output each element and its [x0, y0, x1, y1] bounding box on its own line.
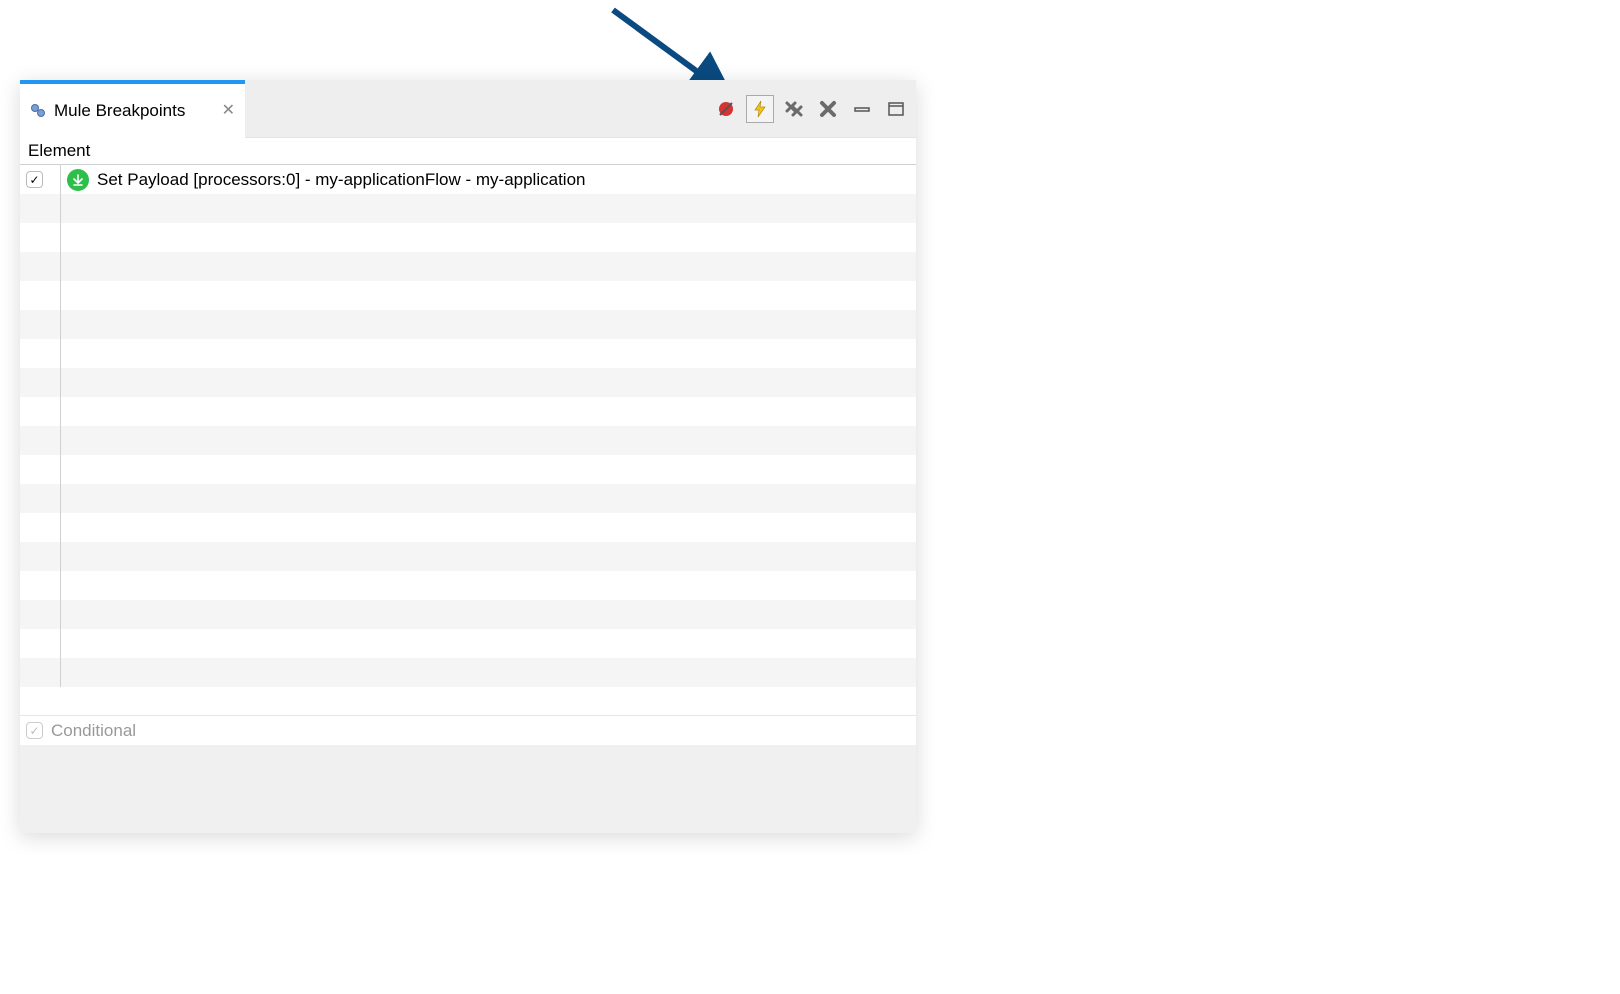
- table-row: [20, 397, 916, 426]
- remove-breakpoint-button[interactable]: [814, 95, 842, 123]
- table-row: [20, 629, 916, 658]
- view-toolbar: [712, 80, 910, 138]
- minimize-button[interactable]: [848, 95, 876, 123]
- disable-all-breakpoints-button[interactable]: [712, 95, 740, 123]
- tab-title: Mule Breakpoints: [54, 101, 216, 121]
- maximize-icon: [886, 99, 906, 119]
- mule-breakpoints-panel: Mule Breakpoints ✕: [20, 80, 916, 833]
- table-row: [20, 281, 916, 310]
- table-row: [20, 513, 916, 542]
- table-row: [20, 252, 916, 281]
- exception-breakpoint-button[interactable]: [746, 95, 774, 123]
- minimize-icon: [852, 99, 872, 119]
- lightning-icon: [750, 99, 770, 119]
- remove-all-breakpoints-button[interactable]: [780, 95, 808, 123]
- table-row: [20, 426, 916, 455]
- table-row: [20, 542, 916, 571]
- set-payload-icon: [67, 169, 93, 191]
- column-header-element: Element: [20, 138, 916, 165]
- table-row: [20, 455, 916, 484]
- tab-bar: Mule Breakpoints ✕: [20, 80, 916, 138]
- maximize-button[interactable]: [882, 95, 910, 123]
- double-x-icon: [784, 99, 804, 119]
- close-icon[interactable]: ✕: [222, 103, 235, 119]
- table-row: [20, 484, 916, 513]
- table-row: [20, 600, 916, 629]
- conditional-expression-area[interactable]: [20, 745, 916, 833]
- table-row: [20, 194, 916, 223]
- table-row: [20, 368, 916, 397]
- breakpoints-view-icon: [30, 104, 48, 118]
- table-row: [20, 571, 916, 600]
- breakpoint-list: Set Payload [processors:0] - my-applicat…: [20, 165, 916, 715]
- table-row: [20, 223, 916, 252]
- table-row: [20, 339, 916, 368]
- breakpoint-enable-checkbox[interactable]: [26, 171, 43, 188]
- conditional-label: Conditional: [51, 721, 136, 741]
- tab-mule-breakpoints[interactable]: Mule Breakpoints ✕: [20, 84, 245, 138]
- table-row: [20, 658, 916, 687]
- disable-all-breakpoints-icon: [716, 99, 736, 119]
- table-row: [20, 310, 916, 339]
- conditional-checkbox[interactable]: [26, 722, 43, 739]
- breakpoint-label: Set Payload [processors:0] - my-applicat…: [93, 170, 585, 190]
- conditional-row: Conditional: [20, 715, 916, 745]
- x-icon: [818, 99, 838, 119]
- table-row[interactable]: Set Payload [processors:0] - my-applicat…: [20, 165, 916, 194]
